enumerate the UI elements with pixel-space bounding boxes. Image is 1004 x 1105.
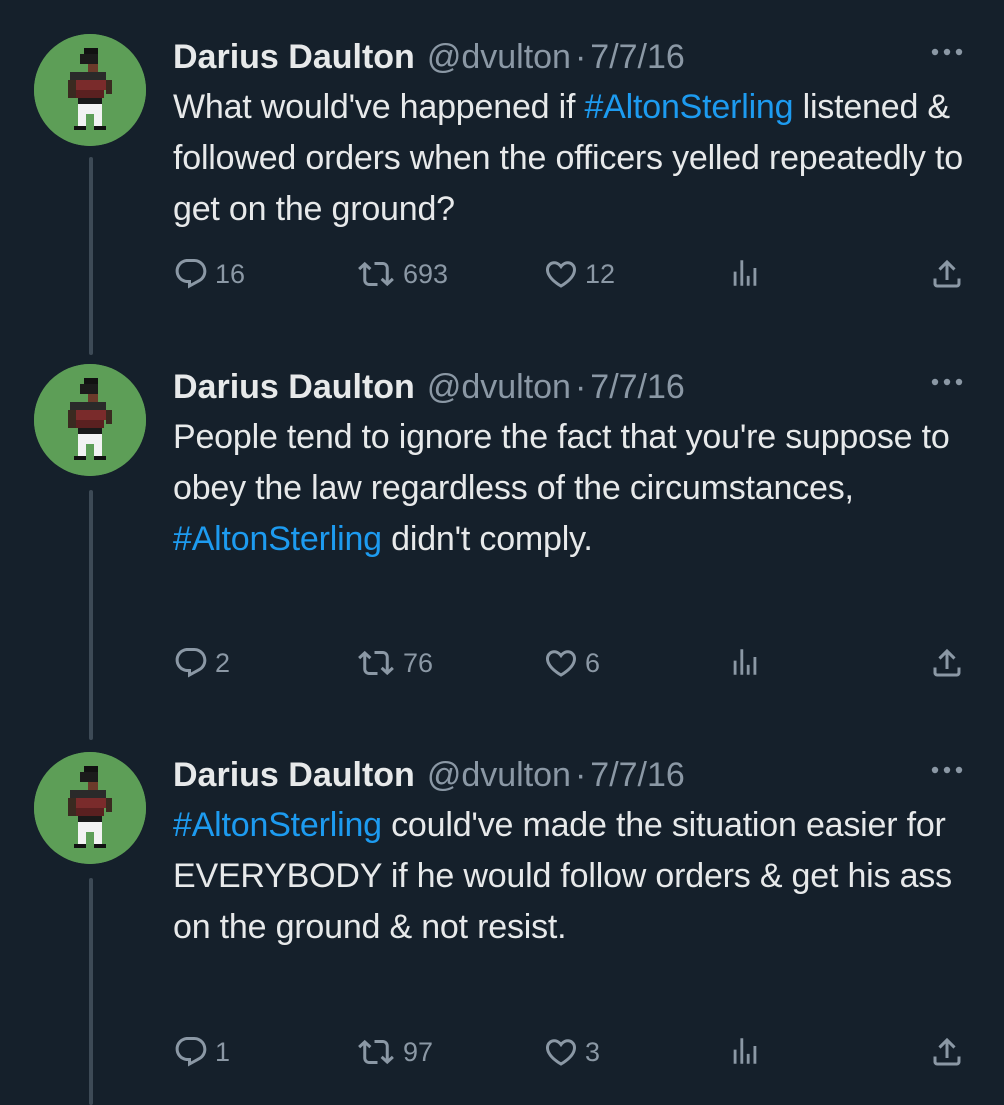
share-button[interactable] <box>929 1034 965 1070</box>
tweet-actions: 1 97 3 <box>173 1034 973 1074</box>
avatar[interactable] <box>34 364 146 476</box>
like-count: 12 <box>585 258 616 289</box>
reply-count: 2 <box>215 647 231 678</box>
share-icon <box>929 645 965 681</box>
views-button[interactable] <box>728 645 762 679</box>
more-icon[interactable] <box>927 40 967 64</box>
like-count: 6 <box>585 647 601 678</box>
tweet-date[interactable]: 7/7/16 <box>590 752 685 798</box>
share-icon <box>929 1034 965 1070</box>
share-icon <box>929 256 965 292</box>
retweet-icon <box>355 645 397 681</box>
reply-button[interactable]: 2 <box>173 645 230 681</box>
avatar[interactable] <box>34 752 146 864</box>
thread-connector <box>89 157 93 355</box>
tweet-text-segment: What would've happened if <box>173 88 585 126</box>
tweet-body: Darius Daulton @dvulton · 7/7/16 #AltonS… <box>173 752 973 1067</box>
tweet-actions: 2 76 6 <box>173 645 973 685</box>
author-handle[interactable]: @dvulton <box>427 34 571 80</box>
heart-icon <box>543 256 579 292</box>
reply-count: 16 <box>215 258 246 289</box>
retweet-button[interactable]: 76 <box>355 645 433 681</box>
retweet-icon <box>355 1034 397 1070</box>
separator-dot: · <box>574 756 587 794</box>
tweet-body: Darius Daulton @dvulton · 7/7/16 What wo… <box>173 34 973 289</box>
tweet-body: Darius Daulton @dvulton · 7/7/16 People … <box>173 364 973 678</box>
retweet-count: 76 <box>403 647 434 678</box>
share-button[interactable] <box>929 256 965 292</box>
retweet-button[interactable]: 97 <box>355 1034 433 1070</box>
like-count: 3 <box>585 1036 601 1067</box>
tweet-text-segment: didn't comply. <box>381 520 593 558</box>
more-icon[interactable] <box>927 370 967 394</box>
reply-icon <box>173 1034 209 1070</box>
tweet-date[interactable]: 7/7/16 <box>590 364 685 410</box>
views-button[interactable] <box>728 1034 762 1068</box>
tweet-text: What would've happened if #AltonSterling… <box>173 82 973 235</box>
share-button[interactable] <box>929 645 965 681</box>
views-icon <box>728 1034 762 1068</box>
separator-dot: · <box>574 38 587 76</box>
author-name[interactable]: Darius Daulton <box>173 752 415 798</box>
avatar[interactable] <box>34 34 146 146</box>
retweet-count: 693 <box>403 258 449 289</box>
reply-icon <box>173 645 209 681</box>
tweet-text-segment: People tend to ignore the fact that you'… <box>173 418 950 507</box>
separator-dot: · <box>574 368 587 406</box>
tweet-date[interactable]: 7/7/16 <box>590 34 685 80</box>
views-icon <box>728 645 762 679</box>
reply-button[interactable]: 1 <box>173 1034 230 1070</box>
tweet-actions: 16 693 12 <box>173 256 973 296</box>
retweet-button[interactable]: 693 <box>355 256 448 292</box>
views-icon <box>728 256 762 290</box>
reply-icon <box>173 256 209 292</box>
tweet-text: #AltonSterling could've made the situati… <box>173 800 973 953</box>
thread-connector <box>89 490 93 740</box>
like-button[interactable]: 3 <box>543 1034 600 1070</box>
author-name[interactable]: Darius Daulton <box>173 364 415 410</box>
retweet-icon <box>355 256 397 292</box>
author-handle[interactable]: @dvulton <box>427 752 571 798</box>
author-handle[interactable]: @dvulton <box>427 364 571 410</box>
thread-connector <box>89 878 93 1105</box>
views-button[interactable] <box>728 256 762 290</box>
tweet-header: Darius Daulton @dvulton · 7/7/16 <box>173 34 973 80</box>
hashtag-link[interactable]: #AltonSterling <box>173 806 382 844</box>
like-button[interactable]: 12 <box>543 256 615 292</box>
heart-icon <box>543 645 579 681</box>
more-icon[interactable] <box>927 758 967 782</box>
tweet-text: People tend to ignore the fact that you'… <box>173 412 973 565</box>
tweet-header: Darius Daulton @dvulton · 7/7/16 <box>173 364 973 410</box>
author-name[interactable]: Darius Daulton <box>173 34 415 80</box>
reply-count: 1 <box>215 1036 231 1067</box>
hashtag-link[interactable]: #AltonSterling <box>173 520 382 558</box>
heart-icon <box>543 1034 579 1070</box>
tweet-header: Darius Daulton @dvulton · 7/7/16 <box>173 752 973 798</box>
reply-button[interactable]: 16 <box>173 256 245 292</box>
hashtag-link[interactable]: #AltonSterling <box>584 88 793 126</box>
retweet-count: 97 <box>403 1036 434 1067</box>
like-button[interactable]: 6 <box>543 645 600 681</box>
